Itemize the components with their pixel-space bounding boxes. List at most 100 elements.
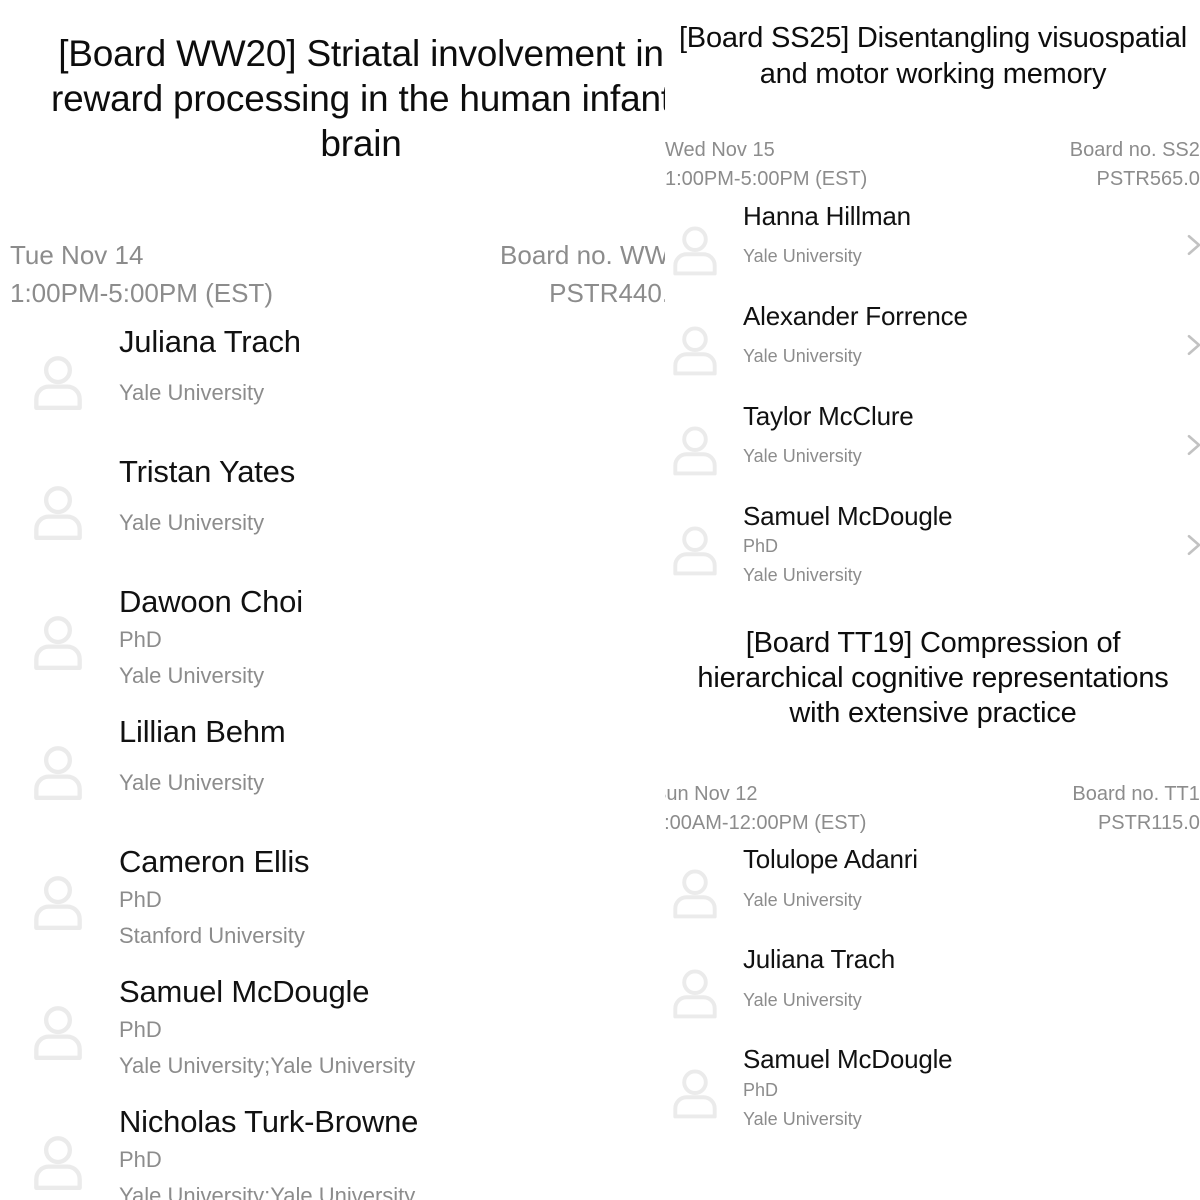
author-row[interactable]: Samuel McDougle PhD Yale University (665, 1037, 1200, 1137)
session-title: [Board SS25] Disentangling visuospatial … (678, 22, 1188, 90)
author-name: Samuel McDougle (743, 1044, 953, 1075)
author-row[interactable]: Taylor McClure Yale University (665, 394, 1200, 494)
author-affiliation: Yale University (743, 1108, 862, 1129)
author-row[interactable]: Hanna Hillman Yale University (665, 194, 1200, 294)
author-row[interactable]: Nicholas Turk-Browne PhD Yale University… (0, 1093, 666, 1200)
session-board-no: Board no. TT19 (1072, 782, 1200, 805)
author-affiliation: Yale University (743, 565, 862, 586)
author-affiliation: Yale University (743, 345, 862, 366)
person-avatar-icon (25, 739, 91, 805)
author-row[interactable]: Juliana Trach Yale University (0, 313, 666, 443)
author-degree: PhD (743, 1079, 779, 1100)
author-degree: PhD (119, 1017, 162, 1043)
author-name: Tristan Yates (119, 453, 296, 489)
author-name: Dawoon Choi (119, 583, 303, 619)
author-affiliation: Yale University (743, 445, 862, 466)
author-row[interactable]: Alexander Forrence Yale University (665, 294, 1200, 394)
author-info: Samuel McDougle PhD Yale University (743, 500, 1173, 588)
author-row[interactable]: Cameron Ellis PhD Stanford University (0, 833, 666, 963)
person-avatar-icon (665, 963, 725, 1023)
author-row[interactable]: Samuel McDougle PhD Yale University;Yale… (0, 963, 666, 1093)
person-avatar-icon (665, 520, 725, 580)
author-row[interactable]: Lillian Behm Yale University (0, 703, 666, 833)
author-name: Nicholas Turk-Browne (119, 1103, 419, 1139)
author-affiliation: Yale University (743, 245, 862, 266)
session-identifiers: Board no. SS25 PSTR565.02 (1070, 136, 1200, 194)
person-avatar-icon (665, 220, 725, 280)
session-title: [Board TT19] Compression of hierarchical… (697, 626, 1169, 730)
session-meta: Wed Nov 15 1:00PM-5:00PM (EST) Board no.… (665, 136, 1200, 194)
author-name: Juliana Trach (119, 323, 301, 359)
author-info: Juliana Trach Yale University (119, 323, 666, 410)
author-degree: PhD (119, 627, 162, 653)
person-avatar-icon (665, 420, 725, 480)
author-degree: PhD (119, 1147, 162, 1173)
person-avatar-icon (25, 999, 91, 1065)
author-info: Alexander Forrence Yale University (743, 300, 1173, 369)
author-name: Samuel McDougle (743, 500, 953, 531)
author-row[interactable]: Juliana Trach Yale University (665, 937, 1200, 1037)
author-info: Tristan Yates Yale University (119, 453, 666, 540)
session-schedule: Wed Nov 15 1:00PM-5:00PM (EST) (665, 136, 867, 194)
session-schedule: Sun Nov 12 8:00AM-12:00PM (EST) (665, 780, 866, 838)
session-date: Tue Nov 14 (10, 240, 144, 271)
session-title: [Board WW20] Striatal involvement in rew… (51, 32, 666, 165)
author-info: Hanna Hillman Yale University (743, 200, 1173, 269)
author-row[interactable]: Tristan Yates Yale University (0, 443, 666, 573)
author-info: Lillian Behm Yale University (119, 713, 666, 800)
session-meta: Sun Nov 12 8:00AM-12:00PM (EST) Board no… (665, 780, 1200, 838)
chevron-right-icon[interactable] (1181, 530, 1200, 560)
author-name: Samuel McDougle (119, 973, 370, 1009)
author-info: Cameron Ellis PhD Stanford University (119, 843, 666, 953)
session-time: 1:00PM-5:00PM (EST) (10, 278, 273, 309)
author-name: Tolulope Adanri (743, 844, 918, 875)
author-list: Juliana Trach Yale University Tristan Ya… (0, 313, 666, 1200)
chevron-right-icon[interactable] (1181, 230, 1200, 260)
author-list: Hanna Hillman Yale University Alexander … (665, 194, 1200, 594)
session-schedule: Tue Nov 14 1:00PM-5:00PM (EST) (10, 236, 273, 312)
author-name: Cameron Ellis (119, 843, 310, 879)
session-meta: Tue Nov 14 1:00PM-5:00PM (EST) Board no.… (0, 236, 666, 312)
author-affiliation: Yale University;Yale University (119, 1053, 416, 1079)
author-affiliation: Stanford University (119, 923, 305, 949)
author-row[interactable]: Dawoon Choi PhD Yale University (0, 573, 666, 703)
author-affiliation: Yale University (119, 510, 265, 536)
author-affiliation: Yale University (119, 770, 265, 796)
author-affiliation: Yale University (119, 380, 265, 406)
author-degree: PhD (743, 535, 779, 556)
session-board-no: Board no. SS25 (1069, 139, 1200, 162)
session-panel-left: [Board WW20] Striatal involvement in rew… (0, 0, 666, 1200)
author-row[interactable]: Tolulope Adanri Yale University (665, 837, 1200, 937)
session-identifiers: Board no. TT19 PSTR115.08 (1072, 780, 1200, 838)
author-row[interactable]: Samuel McDougle PhD Yale University (665, 494, 1200, 594)
person-avatar-icon (25, 479, 91, 545)
session-abstract-no: PSTR565.02 (1096, 167, 1200, 190)
person-avatar-icon (665, 1063, 725, 1123)
author-name: Lillian Behm (119, 713, 286, 749)
author-name: Taylor McClure (743, 400, 914, 431)
session-date: Sun Nov 12 (665, 782, 758, 805)
person-avatar-icon (25, 869, 91, 935)
author-affiliation: Yale University (743, 889, 862, 910)
session-board-no: Board no. WW20 (500, 240, 666, 271)
author-affiliation: Yale University;Yale University (119, 1183, 416, 1200)
session-date: Wed Nov 15 (665, 139, 775, 162)
author-name: Alexander Forrence (743, 300, 968, 331)
author-name: Juliana Trach (743, 944, 896, 975)
person-avatar-icon (25, 349, 91, 415)
author-name: Hanna Hillman (743, 200, 911, 231)
author-info: Tolulope Adanri Yale University (743, 845, 1173, 912)
author-info: Dawoon Choi PhD Yale University (119, 583, 666, 693)
chevron-right-icon[interactable] (1181, 330, 1200, 360)
chevron-right-icon[interactable] (1181, 430, 1200, 460)
session-time: 1:00PM-5:00PM (EST) (665, 167, 868, 190)
session-abstract-no: PSTR440.07 (549, 278, 666, 309)
author-info: Juliana Trach Yale University (743, 945, 1173, 1012)
person-avatar-icon (25, 1129, 91, 1195)
session-abstract-no: PSTR115.08 (1097, 811, 1200, 834)
author-info: Samuel McDougle PhD Yale University (743, 1045, 1173, 1131)
author-info: Samuel McDougle PhD Yale University;Yale… (119, 973, 666, 1083)
author-info: Nicholas Turk-Browne PhD Yale University… (119, 1103, 666, 1200)
author-info: Taylor McClure Yale University (743, 400, 1173, 469)
session-identifiers: Board no. WW20 PSTR440.07 (500, 236, 666, 312)
